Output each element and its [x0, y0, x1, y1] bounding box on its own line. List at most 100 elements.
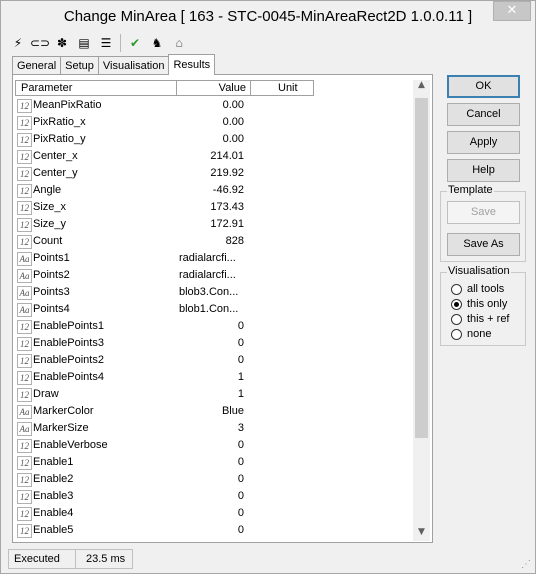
- check-icon[interactable]: ✔: [124, 33, 146, 53]
- table-row[interactable]: 12 Enable3 0: [15, 488, 413, 505]
- parameter-name: Size_x: [33, 201, 67, 213]
- table-row[interactable]: 12 Enable2 0: [15, 471, 413, 488]
- numeric-type-icon: 12: [17, 200, 32, 215]
- column-header-value[interactable]: Value: [176, 80, 251, 96]
- table-row[interactable]: Aa Points3 blob3.Con...: [15, 284, 413, 301]
- title-bar: Change MinArea [ 163 - STC-0045-MinAreaR…: [1, 1, 535, 31]
- console-icon[interactable]: ▤: [73, 33, 95, 53]
- parameter-value: radialarcfi...: [179, 269, 236, 281]
- numeric-type-icon: 12: [17, 455, 32, 470]
- table-row[interactable]: 12 Center_x 214.01: [15, 148, 413, 165]
- status-state: Executed: [8, 549, 76, 569]
- table-row[interactable]: 12 EnablePoints4 1: [15, 369, 413, 386]
- parameter-value: Blue: [221, 405, 244, 417]
- network-icon[interactable]: ⌂: [168, 33, 190, 53]
- table-row[interactable]: 12 PixRatio_x 0.00: [15, 114, 413, 131]
- table-row[interactable]: 12 Size_x 173.43: [15, 199, 413, 216]
- save-button[interactable]: Save: [447, 201, 520, 224]
- visualisation-option-none[interactable]: none: [451, 327, 491, 341]
- tab-visualisation[interactable]: Visualisation: [97, 56, 170, 75]
- tab-setup[interactable]: Setup: [60, 56, 99, 75]
- scroll-thumb[interactable]: [415, 98, 428, 438]
- numeric-type-icon: 12: [17, 132, 32, 147]
- table-row[interactable]: Aa Points4 blob1.Con...: [15, 301, 413, 318]
- parameter-value: 3: [237, 422, 244, 434]
- scroll-down-icon[interactable]: ▼: [413, 527, 430, 541]
- parameter-name: Points2: [33, 269, 70, 281]
- parameter-value: blob3.Con...: [179, 286, 239, 298]
- numeric-type-icon: 12: [17, 319, 32, 334]
- parameter-value: 0: [237, 320, 244, 332]
- parameter-name: EnablePoints4: [33, 371, 104, 383]
- lightning-icon[interactable]: ⚡: [7, 33, 29, 53]
- table-row[interactable]: Aa MarkerColor Blue: [15, 403, 413, 420]
- table-row[interactable]: 12 Draw 1: [15, 386, 413, 403]
- cancel-button[interactable]: Cancel: [447, 103, 520, 126]
- numeric-type-icon: 12: [17, 472, 32, 487]
- radio-icon[interactable]: [451, 328, 462, 340]
- puzzle-icon[interactable]: ✽: [51, 33, 73, 53]
- table-row[interactable]: 12 Angle -46.92: [15, 182, 413, 199]
- person-icon[interactable]: ♞: [146, 33, 168, 53]
- parameter-name: Draw: [33, 388, 59, 400]
- tab-strip: General Setup Visualisation Results: [12, 54, 216, 75]
- text-type-icon: Aa: [17, 251, 32, 266]
- visualisation-option-this-only[interactable]: this only: [451, 297, 507, 311]
- resize-grip-icon[interactable]: ⋰: [521, 559, 533, 571]
- numeric-type-icon: 12: [17, 523, 32, 538]
- scroll-up-icon[interactable]: ▲: [413, 80, 430, 94]
- numeric-type-icon: 12: [17, 387, 32, 402]
- parameter-name: Center_y: [33, 167, 78, 179]
- help-button[interactable]: Help: [447, 159, 520, 182]
- table-row[interactable]: 12 Center_y 219.92: [15, 165, 413, 182]
- results-grid[interactable]: 12 MeanPixRatio 0.00 12 PixRatio_x 0.00 12 PixR…: [15, 97, 413, 541]
- table-row[interactable]: 12 EnablePoints3 0: [15, 335, 413, 352]
- tab-general[interactable]: General: [12, 56, 62, 75]
- table-row[interactable]: 12 Count 828: [15, 233, 413, 250]
- parameter-value: 0: [237, 337, 244, 349]
- link-icon[interactable]: ⊂⊃: [29, 33, 51, 53]
- radio-icon[interactable]: [451, 283, 462, 295]
- parameter-name: MarkerColor: [33, 405, 94, 417]
- parameter-name: PixRatio_y: [33, 133, 86, 145]
- parameter-value: 1: [237, 371, 244, 383]
- table-row[interactable]: 12 Enable5 0: [15, 522, 413, 539]
- table-row[interactable]: 12 Enable1 0: [15, 454, 413, 471]
- column-header-unit[interactable]: Unit: [250, 80, 314, 96]
- parameter-value: 828: [225, 235, 244, 247]
- table-row[interactable]: 12 Enable4 0: [15, 505, 413, 522]
- vertical-scrollbar[interactable]: ▲ ▼: [413, 80, 430, 541]
- table-row[interactable]: 12 MeanPixRatio 0.00: [15, 97, 413, 114]
- radio-icon[interactable]: [451, 313, 462, 325]
- parameter-name: Points1: [33, 252, 70, 264]
- toolbar: ⚡ ⊂⊃ ✽ ▤ ☰ ✔ ♞ ⌂: [7, 33, 190, 53]
- table-row[interactable]: 12 EnablePoints1 0: [15, 318, 413, 335]
- tab-results[interactable]: Results: [168, 54, 216, 75]
- close-button[interactable]: ✕: [493, 1, 531, 21]
- column-header-parameter[interactable]: Parameter: [15, 80, 177, 96]
- apply-button[interactable]: Apply: [447, 131, 520, 154]
- parameter-name: Size_y: [33, 218, 67, 230]
- table-row[interactable]: Aa Points1 radialarcfi...: [15, 250, 413, 267]
- table-row[interactable]: 12 Size_y 172.91: [15, 216, 413, 233]
- table-row[interactable]: Aa MarkerSize 3: [15, 420, 413, 437]
- parameter-name: Center_x: [33, 150, 78, 162]
- ok-button[interactable]: OK: [447, 75, 520, 98]
- list-icon[interactable]: ☰: [95, 33, 117, 53]
- save-as-button[interactable]: Save As: [447, 233, 520, 256]
- parameter-value: radialarcfi...: [179, 252, 236, 264]
- table-row[interactable]: Aa Points2 radialarcfi...: [15, 267, 413, 284]
- parameter-name: EnablePoints3: [33, 337, 104, 349]
- close-icon: ✕: [506, 3, 518, 18]
- table-row[interactable]: 12 PixRatio_y 0.00: [15, 131, 413, 148]
- parameter-value: 173.43: [210, 201, 244, 213]
- visualisation-option-this-ref[interactable]: this + ref: [451, 312, 510, 326]
- parameter-name: Enable1: [33, 456, 74, 468]
- radio-icon[interactable]: [451, 298, 462, 310]
- grid-header: Parameter Value Unit: [15, 80, 413, 96]
- table-row[interactable]: 12 EnablePoints2 0: [15, 352, 413, 369]
- table-row[interactable]: 12 EnableVerbose 0: [15, 437, 413, 454]
- visualisation-option-all-tools[interactable]: all tools: [451, 282, 504, 296]
- parameter-name: EnablePoints1: [33, 320, 104, 332]
- numeric-type-icon: 12: [17, 336, 32, 351]
